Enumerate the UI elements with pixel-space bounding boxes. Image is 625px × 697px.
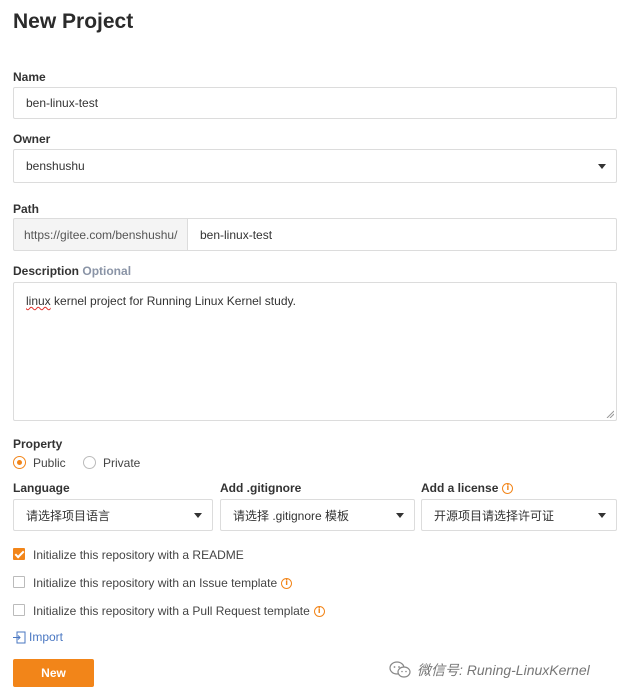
- name-label: Name: [13, 70, 46, 84]
- info-icon[interactable]: i: [313, 605, 325, 617]
- page-title: New Project: [13, 10, 134, 33]
- watermark: 微信号: Runing-LinuxKernel: [389, 660, 590, 680]
- owner-select[interactable]: benshushu: [13, 149, 617, 183]
- path-prefix-text: https://gitee.com/benshushu/: [24, 227, 178, 242]
- watermark-text: 微信号: Runing-LinuxKernel: [417, 662, 590, 678]
- property-label: Property: [13, 437, 63, 451]
- readme-checkbox[interactable]: [13, 548, 25, 560]
- issue-template-checkbox-label: Initialize this repository with an Issue…: [33, 576, 278, 590]
- chevron-down-icon: [396, 513, 404, 518]
- language-label: Language: [13, 481, 70, 495]
- license-select-value: 开源项目请选择许可证: [434, 508, 555, 523]
- description-text: kernel project for Running Linux Kernel …: [50, 294, 296, 308]
- private-radio[interactable]: [83, 456, 96, 469]
- gitignore-label: Add .gitignore: [220, 481, 302, 495]
- description-textarea[interactable]: linux kernel project for Running Linux K…: [13, 282, 617, 421]
- description-optional: Optional: [82, 264, 132, 278]
- wechat-icon: [389, 661, 411, 678]
- info-icon[interactable]: i: [502, 482, 514, 494]
- gitignore-select-value: 请选择 .gitignore 模板: [233, 508, 350, 523]
- path-input-value: ben-linux-test: [200, 227, 273, 242]
- description-spellcheck-word: linux: [26, 294, 51, 308]
- info-icon[interactable]: i: [281, 577, 293, 589]
- name-input[interactable]: ben-linux-test: [13, 87, 617, 119]
- chevron-down-icon: [194, 513, 202, 518]
- language-select-value: 请选择项目语言: [26, 508, 111, 523]
- owner-select-value: benshushu: [26, 159, 85, 173]
- issue-template-checkbox[interactable]: [13, 576, 25, 588]
- description-label-text: Description: [13, 264, 80, 278]
- owner-label: Owner: [13, 132, 51, 146]
- license-label-text: Add a license: [421, 481, 499, 495]
- license-label: Add a license i: [421, 481, 514, 495]
- description-label: Description Optional: [13, 264, 131, 278]
- pr-template-row: Initialize this repository with a Pull R…: [33, 604, 325, 618]
- pr-template-checkbox-label: Initialize this repository with a Pull R…: [33, 604, 310, 618]
- public-radio-label: Public: [33, 456, 66, 470]
- language-select[interactable]: 请选择项目语言: [13, 499, 213, 531]
- import-link[interactable]: Import: [13, 630, 63, 644]
- path-prefix: https://gitee.com/benshushu/: [13, 218, 188, 251]
- pr-template-checkbox[interactable]: [13, 604, 25, 616]
- readme-checkbox-label: Initialize this repository with a README: [33, 548, 244, 562]
- import-label: Import: [29, 630, 64, 644]
- name-input-value: ben-linux-test: [26, 96, 99, 110]
- license-select[interactable]: 开源项目请选择许可证: [421, 499, 617, 531]
- path-label: Path: [13, 202, 40, 216]
- chevron-down-icon: [598, 164, 606, 169]
- chevron-down-icon: [598, 513, 606, 518]
- new-button[interactable]: New: [13, 659, 94, 687]
- resize-handle-icon[interactable]: [606, 410, 614, 418]
- path-input[interactable]: ben-linux-test: [187, 218, 617, 251]
- gitignore-select[interactable]: 请选择 .gitignore 模板: [220, 499, 415, 531]
- new-button-label: New: [41, 666, 66, 680]
- private-radio-label: Private: [103, 456, 141, 470]
- issue-template-row: Initialize this repository with an Issue…: [33, 576, 293, 590]
- public-radio[interactable]: [13, 456, 26, 469]
- import-icon: [13, 631, 26, 643]
